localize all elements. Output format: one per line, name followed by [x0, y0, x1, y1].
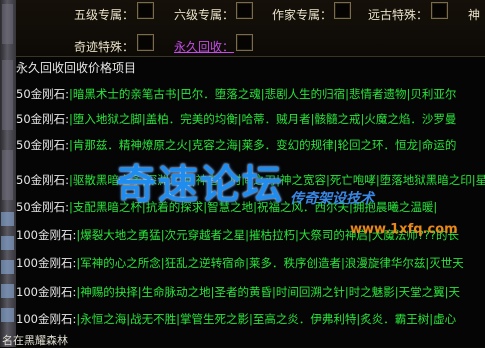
- row-price: 50金刚石:: [16, 87, 70, 101]
- rune-glyph-icon: [1, 260, 14, 274]
- row-items: |永恒之海|战无不胜|掌管生死之影|至高之炎．伊弗利特|炙炎．霸王树|虚心: [76, 312, 457, 326]
- option-checkbox-level5[interactable]: [137, 2, 154, 19]
- row-price: 50金刚石:: [16, 112, 70, 126]
- price-row[interactable]: 100金刚石:|永恒之海|战无不胜|掌管生死之影|至高之炎．伊弗利特|炙炎．霸王…: [16, 310, 456, 328]
- row-price: 100金刚石:: [16, 312, 77, 326]
- rune-glyph-icon: [1, 236, 14, 250]
- stone-texture: [2, 4, 13, 44]
- row-items: |肯那兹．精神燎原之火|克容之海|莱多．变幻的规律|轮回之环．恒龙|命运的: [69, 138, 457, 152]
- row-items: |堕入地狱之脚|盖柏．完美的均衡|哈蒂．贼月者|骸髓之戒|火魔之焰．沙罗曼: [69, 112, 457, 126]
- option-label-miracle: 奇迹特殊：: [74, 40, 135, 54]
- option-label-permanent[interactable]: 永久回收：: [174, 38, 234, 55]
- row-price: 100金刚石:: [16, 285, 77, 299]
- stone-texture: [2, 60, 13, 130]
- price-row[interactable]: 100金刚石:|军神的心之所念|狂乱之逆转宿命|莱多．秩序创造者|浪漫旋律华尔兹…: [16, 254, 464, 272]
- row-items: |暗黑术士的亲笔古书|巴尔．堕落之魂|悲剧人生的归宿|悲情者遗物|贝利亚尔: [69, 87, 457, 101]
- forum-watermark: 奇速论坛: [116, 162, 284, 208]
- row-items: |神赐的抉择|生命脉动之地|圣者的黄昏|时间回溯之针|时之魅影|天堂之翼|天: [76, 285, 460, 299]
- option-label-level6: 六级专属：: [174, 8, 235, 22]
- row-price: 50金刚石:: [16, 173, 70, 187]
- watermark-site: www.1xfq.com: [350, 222, 458, 237]
- row-items: |军神的心之所念|狂乱之逆转宿命|莱多．秩序创造者|浪漫旋律华尔兹|灭世天: [76, 256, 464, 270]
- location-text: 名在黑耀森林: [2, 334, 68, 347]
- option-label-ancient: 远古特殊：: [368, 8, 429, 22]
- option-checkbox-writer[interactable]: [334, 2, 351, 19]
- option-label-level5: 五级专属：: [74, 8, 135, 22]
- option-checkbox-level6[interactable]: [236, 2, 253, 19]
- watermark-subtitle: 传奇架设技术: [290, 191, 374, 207]
- option-label-writer: 作家专属：: [272, 8, 333, 22]
- row-price: 50金刚石:: [16, 200, 70, 214]
- rune-glyph-icon: [1, 308, 14, 322]
- option-label-god: 神: [468, 8, 481, 22]
- price-row[interactable]: 100金刚石:|神赐的抉择|生命脉动之地|圣者的黄昏|时间回溯之针|时之魅影|天…: [16, 283, 460, 301]
- left-decorative-border: [0, 0, 16, 347]
- rune-glyph-icon: [1, 212, 14, 226]
- recycle-options-panel: 五级专属： 六级专属： 作家专属： 远古特殊： 神 奇迹特殊： 永久回收：: [16, 0, 485, 56]
- price-row[interactable]: 50金刚石:|堕入地狱之脚|盖柏．完美的均衡|哈蒂．贼月者|骸髓之戒|火魔之焰．…: [16, 110, 456, 128]
- option-checkbox-permanent[interactable]: [236, 34, 253, 51]
- row-price: 100金刚石:: [16, 228, 77, 242]
- row-price: 100金刚石:: [16, 256, 77, 270]
- option-checkbox-miracle[interactable]: [137, 34, 154, 51]
- list-title: 永久回收回收价格项目: [16, 61, 137, 75]
- rune-glyph-icon: [1, 284, 14, 298]
- row-price: 50金刚石:: [16, 138, 70, 152]
- stone-texture: [2, 150, 13, 200]
- option-checkbox-ancient[interactable]: [431, 2, 448, 19]
- price-row[interactable]: 50金刚石:|暗黑术士的亲笔古书|巴尔．堕落之魂|悲剧人生的归宿|悲情者遗物|贝…: [16, 85, 456, 103]
